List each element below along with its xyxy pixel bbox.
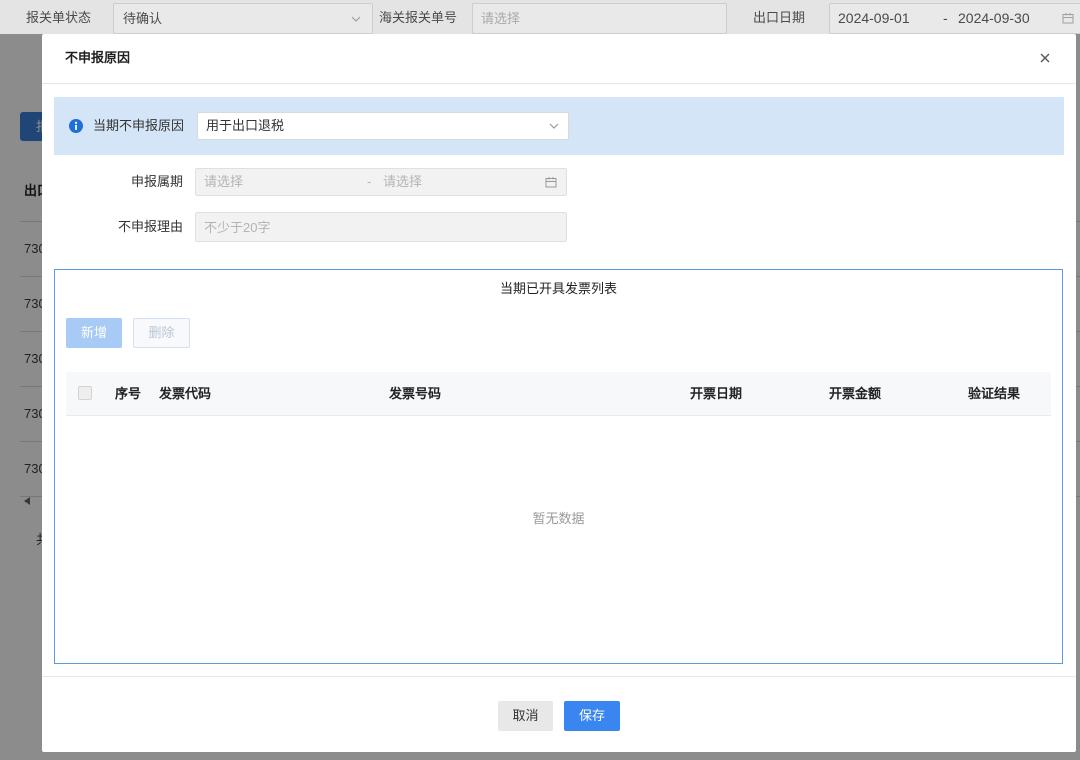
reason-row: 当期不申报原因 用于出口退税 <box>54 97 1064 155</box>
calendar-icon <box>1062 13 1074 24</box>
save-button[interactable]: 保存 <box>564 701 620 731</box>
export-date-end: 2024-09-30 <box>958 10 1030 26</box>
export-date-label: 出口日期 <box>753 10 806 25</box>
period-range-picker[interactable]: - <box>195 168 567 196</box>
explanation-label: 不申报理由 <box>117 219 183 234</box>
close-icon <box>1040 53 1050 63</box>
column-header-invoice-code: 发票代码 <box>159 386 212 401</box>
dialog-header: 不申报原因 <box>42 34 1076 84</box>
add-invoice-button[interactable]: 新增 <box>66 318 122 348</box>
invoice-list-title: 当期已开具发票列表 <box>499 281 617 296</box>
calendar-icon <box>545 177 557 188</box>
status-filter-value: 待确认 <box>123 11 163 26</box>
column-header-verify-result: 验证结果 <box>968 386 1021 401</box>
column-header-index: 序号 <box>115 386 142 401</box>
no-declare-reason-dialog: 不申报原因 当期不申报原因 用于出口退税 申报属期 - 不申报理由 当期已开具发… <box>42 34 1076 752</box>
close-button[interactable] <box>1035 48 1055 68</box>
reason-select[interactable]: 用于出口退税 <box>197 112 569 140</box>
invoice-list-panel: 当期已开具发票列表 新增 删除 序号 发票代码 发票号码 开票日期 开票金额 验… <box>54 269 1063 664</box>
status-filter-select[interactable]: 待确认 <box>113 3 373 34</box>
customs-no-label: 海关报关单号 <box>379 10 458 25</box>
column-header-issue-date: 开票日期 <box>690 386 743 401</box>
filter-bar: 报关单状态 待确认 海关报关单号 出口日期 2024-09-01 - 2024-… <box>0 0 1080 34</box>
period-start-input[interactable] <box>204 169 354 195</box>
chevron-down-icon <box>549 123 559 129</box>
explanation-field <box>195 212 567 242</box>
period-separator: - <box>367 174 372 189</box>
export-date-range[interactable]: 2024-09-01 - 2024-09-30 <box>829 3 1080 34</box>
status-filter-label: 报关单状态 <box>26 10 92 25</box>
period-end-input[interactable] <box>383 169 533 195</box>
empty-state-text: 暂无数据 <box>532 511 585 526</box>
export-date-start: 2024-09-01 <box>838 10 910 26</box>
customs-no-field <box>472 3 727 34</box>
explanation-input[interactable] <box>204 213 558 241</box>
customs-no-input[interactable] <box>481 4 721 33</box>
column-header-amount: 开票金额 <box>829 386 882 401</box>
export-date-separator: - <box>943 10 948 26</box>
cancel-button[interactable]: 取消 <box>498 701 553 731</box>
reason-label: 当期不申报原因 <box>93 118 185 133</box>
column-header-invoice-number: 发票号码 <box>389 386 442 401</box>
dialog-title: 不申报原因 <box>65 50 131 65</box>
invoice-table-header: 序号 发票代码 发票号码 开票日期 开票金额 验证结果 <box>66 372 1051 416</box>
info-icon <box>69 119 83 133</box>
delete-invoice-button[interactable]: 删除 <box>133 318 190 348</box>
period-label: 申报属期 <box>130 174 183 189</box>
select-all-checkbox[interactable] <box>78 386 92 400</box>
dialog-footer: 取消 保存 <box>42 676 1076 752</box>
reason-select-value: 用于出口退税 <box>206 118 285 133</box>
chevron-down-icon <box>351 16 361 22</box>
